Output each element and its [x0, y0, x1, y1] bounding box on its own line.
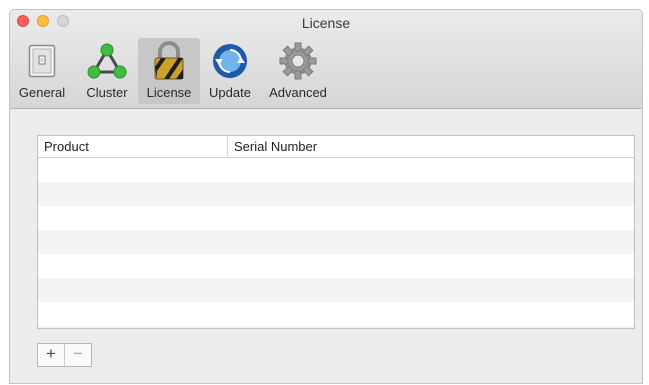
table-row [38, 254, 634, 278]
tab-license-label: License [146, 85, 192, 100]
table-header: Product Serial Number [38, 136, 634, 158]
cluster-icon [85, 40, 129, 82]
tab-update-label: Update [209, 85, 251, 100]
gear-icon [276, 40, 320, 82]
window-title: License [301, 15, 351, 31]
tab-cluster-label: Cluster [86, 85, 128, 100]
column-header-product[interactable]: Product [38, 136, 228, 157]
tab-license[interactable]: License [138, 38, 200, 104]
column-header-serial-number[interactable]: Serial Number [228, 136, 634, 157]
table-row [38, 230, 634, 254]
tab-advanced[interactable]: Advanced [262, 38, 334, 104]
table-row [38, 326, 634, 328]
table-row [38, 206, 634, 230]
lock-icon [147, 40, 191, 82]
table-row [38, 278, 634, 302]
tab-cluster[interactable]: Cluster [78, 38, 136, 104]
license-pane: Product Serial Number + − [10, 109, 642, 383]
add-remove-control: + − [37, 343, 92, 367]
toolbar: General Cluster License Update Advanced [10, 38, 642, 106]
license-table[interactable]: Product Serial Number [37, 135, 635, 329]
tab-general-label: General [18, 85, 66, 100]
tab-general[interactable]: General [10, 38, 74, 104]
preferences-window: License General Cluster License Update A… [9, 9, 643, 384]
add-button[interactable]: + [38, 344, 65, 366]
general-icon [20, 40, 64, 82]
table-row [38, 182, 634, 206]
tab-update[interactable]: Update [202, 38, 258, 104]
update-icon [208, 40, 252, 82]
table-row [38, 302, 634, 326]
table-body [38, 158, 634, 328]
remove-button[interactable]: − [65, 344, 91, 366]
table-row [38, 158, 634, 182]
title-bar: License General Cluster License Update A… [10, 10, 642, 109]
tab-advanced-label: Advanced [269, 85, 327, 100]
